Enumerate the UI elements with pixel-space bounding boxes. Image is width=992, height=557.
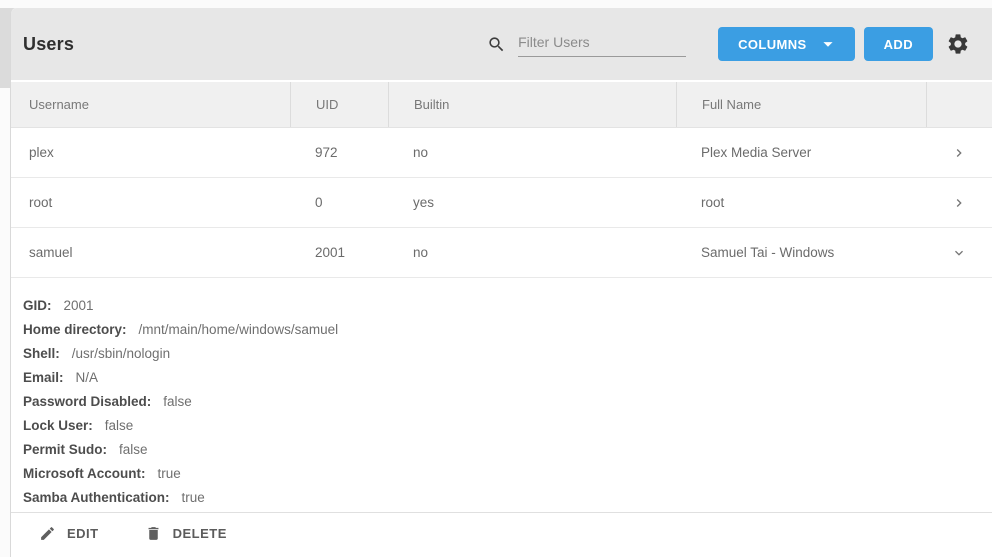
table-row[interactable]: plex 972 no Plex Media Server xyxy=(11,128,992,178)
detail-label: Email: xyxy=(23,370,64,385)
cell-username: plex xyxy=(11,145,290,160)
detail-value: true xyxy=(158,466,181,481)
edit-button-label: EDIT xyxy=(67,526,99,541)
filter-group xyxy=(487,31,686,57)
users-card: Users COLUMNS ADD Username UID Builtin F… xyxy=(10,8,992,557)
gear-icon xyxy=(946,32,970,56)
detail-value: false xyxy=(105,418,134,433)
column-header-expand-spacer xyxy=(926,82,992,127)
chevron-down-icon xyxy=(951,245,967,261)
add-button[interactable]: ADD xyxy=(864,27,933,61)
search-icon xyxy=(487,35,506,54)
cell-fullname: Samuel Tai - Windows xyxy=(676,245,926,260)
detail-gid: GID: 2001 xyxy=(23,294,992,318)
table-row[interactable]: samuel 2001 no Samuel Tai - Windows xyxy=(11,228,992,278)
detail-shell: Shell: /usr/sbin/nologin xyxy=(23,342,992,366)
delete-button[interactable]: DELETE xyxy=(145,525,227,542)
detail-label: Shell: xyxy=(23,346,60,361)
detail-lock-user: Lock User: false xyxy=(23,414,992,438)
columns-button[interactable]: COLUMNS xyxy=(718,27,855,61)
detail-samba-authentication: Samba Authentication: true xyxy=(23,486,992,510)
cell-fullname: Plex Media Server xyxy=(676,145,926,160)
detail-email: Email: N/A xyxy=(23,366,992,390)
detail-label: Samba Authentication: xyxy=(23,490,170,505)
cell-builtin: no xyxy=(388,245,676,260)
cell-username: root xyxy=(11,195,290,210)
cell-builtin: no xyxy=(388,145,676,160)
detail-value: /usr/sbin/nologin xyxy=(72,346,170,361)
dropdown-caret-icon xyxy=(817,33,839,55)
cell-username: samuel xyxy=(11,245,290,260)
detail-password-disabled: Password Disabled: false xyxy=(23,390,992,414)
cell-uid: 972 xyxy=(290,145,388,160)
detail-label: GID: xyxy=(23,298,52,313)
chevron-right-icon xyxy=(951,195,967,211)
detail-label: Microsoft Account: xyxy=(23,466,146,481)
user-detail-panel: GID: 2001 Home directory: /mnt/main/home/w… xyxy=(11,278,992,512)
page-title: Users xyxy=(23,34,74,55)
edit-pencil-icon xyxy=(39,525,56,542)
cell-uid: 2001 xyxy=(290,245,388,260)
detail-value: 2001 xyxy=(64,298,94,313)
collapse-row-toggle[interactable] xyxy=(926,245,992,261)
table-row[interactable]: root 0 yes root xyxy=(11,178,992,228)
table-header-row: Username UID Builtin Full Name xyxy=(11,82,992,128)
column-header-username[interactable]: Username xyxy=(11,82,290,127)
edit-button[interactable]: EDIT xyxy=(39,525,99,542)
chevron-right-icon xyxy=(951,145,967,161)
delete-button-label: DELETE xyxy=(173,526,227,541)
detail-label: Permit Sudo: xyxy=(23,442,107,457)
table-settings-button[interactable] xyxy=(946,32,970,56)
user-actions-row: EDIT DELETE xyxy=(11,512,992,554)
cell-builtin: yes xyxy=(388,195,676,210)
add-button-label: ADD xyxy=(884,37,913,52)
expand-row-toggle[interactable] xyxy=(926,195,992,211)
detail-microsoft-account: Microsoft Account: true xyxy=(23,462,992,486)
cell-fullname: root xyxy=(676,195,926,210)
users-toolbar: Users COLUMNS ADD xyxy=(11,8,992,80)
filter-users-input[interactable] xyxy=(518,31,686,57)
detail-label: Lock User: xyxy=(23,418,93,433)
detail-value: false xyxy=(119,442,148,457)
detail-value: /mnt/main/home/windows/samuel xyxy=(139,322,339,337)
column-header-uid[interactable]: UID xyxy=(290,82,388,127)
column-header-builtin[interactable]: Builtin xyxy=(388,82,676,127)
cell-uid: 0 xyxy=(290,195,388,210)
detail-home-directory: Home directory: /mnt/main/home/windows/sa… xyxy=(23,318,992,342)
columns-button-label: COLUMNS xyxy=(738,37,807,52)
detail-label: Password Disabled: xyxy=(23,394,151,409)
detail-permit-sudo: Permit Sudo: false xyxy=(23,438,992,462)
detail-value: true xyxy=(182,490,205,505)
detail-value: false xyxy=(163,394,192,409)
expand-row-toggle[interactable] xyxy=(926,145,992,161)
detail-label: Home directory: xyxy=(23,322,127,337)
delete-trash-icon xyxy=(145,525,162,542)
column-header-fullname[interactable]: Full Name xyxy=(676,82,926,127)
detail-value: N/A xyxy=(76,370,99,385)
